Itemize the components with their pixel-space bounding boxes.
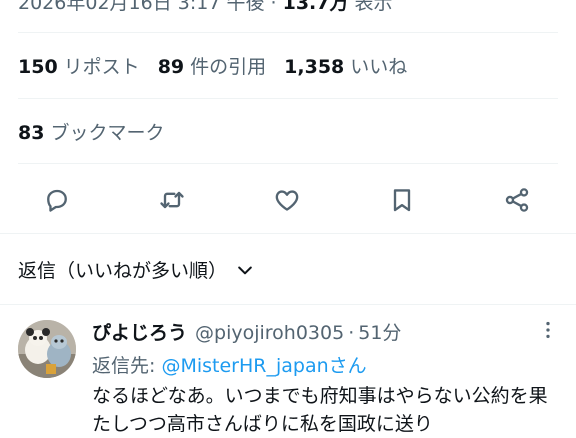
reply-display-name[interactable]: ぴよじろう [92,318,187,345]
reply-icon [47,189,67,212]
share-icon [505,188,529,212]
reposts-count: 150 [18,56,58,78]
divider [0,304,576,305]
repost-button[interactable] [148,176,196,224]
quotes-stat[interactable]: 89 件の引用 [158,56,284,78]
bookmark-icon [393,189,411,212]
reply-to-prefix: 返信先: [92,355,162,377]
repost-icon [160,191,184,209]
reply-button[interactable] [33,176,81,224]
like-icon [275,190,299,211]
divider [18,32,558,33]
reposts-stat[interactable]: 150 リポスト [18,56,158,78]
share-button[interactable] [493,176,541,224]
bookmarks-label: ブックマーク [50,122,165,144]
reply-separator: · [348,322,355,344]
reposts-label: リポスト [63,56,140,78]
tweet-meta: 2026年02月16日 3:17 午後 · 13.7万 表示 [18,0,393,15]
reply-sort-dropdown[interactable]: 返信（いいねが多い順） [18,256,255,283]
reply-handle[interactable]: @piyojiroh0305 [195,322,344,344]
divider [18,163,558,164]
avatar-image [18,320,76,378]
reply-to-line: 返信先: @MisterHR_japanさん [92,351,558,378]
engagement-stats: 150 リポスト 89 件の引用 1,358 いいね [18,52,425,79]
divider [0,233,576,234]
views-label: 表示 [354,0,393,14]
bookmarks-count: 83 [18,122,45,144]
chevron-down-icon [238,266,252,274]
reply-sort-label: 返信（いいねが多い順） [18,260,228,282]
reply-content: ぴよじろう @piyojiroh0305 · 51分 返信先: @MisterH… [92,318,558,438]
quotes-label: 件の引用 [190,56,267,78]
likes-stat[interactable]: 1,358 いいね [284,56,425,78]
meta-separator: · [270,0,277,14]
reply-to-mention[interactable]: @MisterHR_japanさん [161,355,366,377]
action-bar [0,176,576,226]
likes-label: いいね [350,56,408,78]
bookmark-button[interactable] [378,176,426,224]
reply-time[interactable]: 51分 [358,318,401,345]
timestamp: 2026年02月16日 3:17 午後 [18,0,265,14]
reply-header: ぴよじろう @piyojiroh0305 · 51分 [92,318,558,345]
divider [18,98,558,99]
like-button[interactable] [263,176,311,224]
likes-count: 1,358 [284,56,345,78]
views-count: 13.7万 [282,0,349,14]
quotes-count: 89 [157,56,185,78]
avatar[interactable] [18,320,76,378]
more-vertical-icon [546,321,550,339]
bookmarks-stat[interactable]: 83 ブックマーク [18,118,164,145]
more-options-button[interactable] [534,316,562,344]
